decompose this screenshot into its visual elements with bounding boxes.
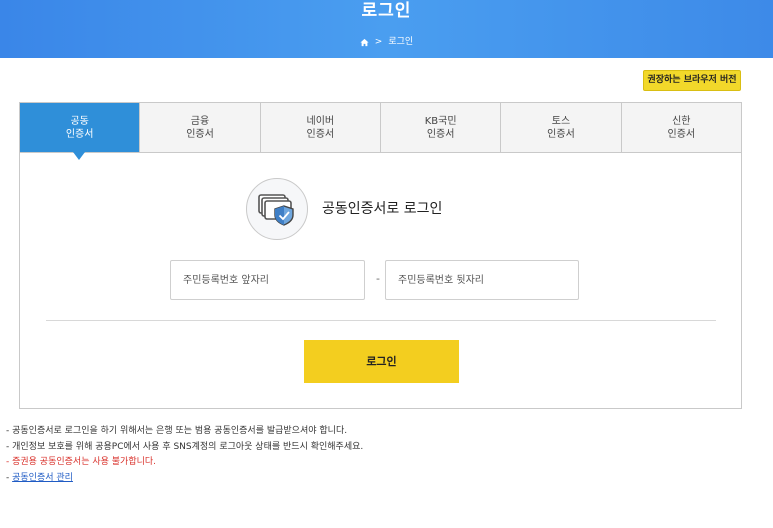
page-title: 로그인 xyxy=(361,1,412,21)
tab-label-2: 인증서 xyxy=(65,128,94,140)
tab-kb-cert[interactable]: KB국민 인증서 xyxy=(381,103,502,152)
rrn-separator: - xyxy=(376,272,380,285)
tab-label-1: KB국민 xyxy=(424,115,457,127)
breadcrumb: > 로그인 xyxy=(0,36,773,48)
notice-item: - 공동인증서로 로그인을 하기 위해서는 은행 또는 범용 공동인증서를 발급… xyxy=(6,426,348,436)
tab-label-2: 인증서 xyxy=(186,128,214,140)
tab-label-2: 인증서 xyxy=(667,128,696,140)
divider xyxy=(46,320,716,321)
tab-label-1: 네이버 xyxy=(306,115,335,127)
login-heading: 공동인증서로 로그인 xyxy=(322,201,443,217)
home-icon[interactable] xyxy=(360,38,369,47)
notice-item: - 공동인증서 관리 xyxy=(6,471,363,487)
page-header: 로그인 > 로그인 xyxy=(0,0,773,58)
breadcrumb-separator: > xyxy=(374,37,383,47)
tab-label-2: 인증서 xyxy=(426,128,455,140)
tab-naver-cert[interactable]: 네이버 인증서 xyxy=(261,103,381,152)
notice-item-warning: - 증권용 공동인증서는 사용 불가합니다. xyxy=(6,457,157,467)
tab-label-1: 신한 xyxy=(672,115,691,127)
rrn-back-input[interactable] xyxy=(385,260,579,300)
tab-label-2: 인증서 xyxy=(306,128,335,140)
login-button[interactable]: 로그인 xyxy=(304,340,459,383)
tab-financial-cert[interactable]: 금융 인증서 xyxy=(140,103,261,152)
tab-shinhan-cert[interactable]: 신한 인증서 xyxy=(622,103,741,152)
login-panel: 공동 인증서 금융 인증서 네이버 인증서 KB국민 인증서 토스 인증서 신한… xyxy=(19,102,742,409)
tab-label-1: 금융 xyxy=(190,115,210,127)
tab-label-1: 토스 xyxy=(551,115,571,127)
cert-tabs: 공동 인증서 금융 인증서 네이버 인증서 KB국민 인증서 토스 인증서 신한… xyxy=(20,103,741,160)
tab-label-1: 공동 xyxy=(70,115,89,127)
cert-manage-link[interactable]: 공동인증서 관리 xyxy=(12,473,73,483)
rrn-front-input[interactable] xyxy=(170,260,365,300)
notice-item: - 개인정보 보호를 위해 공용PC에서 사용 후 SNS계정의 로그아웃 상태… xyxy=(6,441,364,452)
tab-joint-cert[interactable]: 공동 인증서 xyxy=(20,103,141,160)
tab-toss-cert[interactable]: 토스 인증서 xyxy=(501,103,622,152)
certificate-shield-icon xyxy=(246,178,308,240)
tab-label-2: 인증서 xyxy=(547,128,575,140)
notice-list: - 공동인증서로 로그인을 하기 위해서는 은행 또는 범용 공동인증서를 발급… xyxy=(6,424,363,486)
breadcrumb-current: 로그인 xyxy=(388,37,414,47)
recommended-browser-button[interactable]: 권장하는 브라우저 버전 xyxy=(643,70,741,91)
